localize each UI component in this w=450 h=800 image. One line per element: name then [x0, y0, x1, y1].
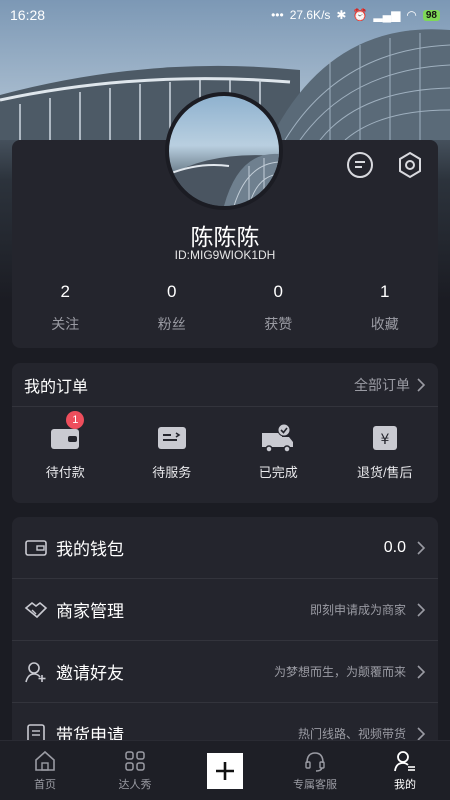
tab-label: 专属客服 [293, 779, 337, 791]
stat-favorites[interactable]: 1 收藏 [332, 282, 439, 334]
tab-customer-service[interactable]: 专属客服 [270, 741, 360, 800]
stat-value: 0 [273, 282, 283, 301]
wallet-icon: 1 [48, 411, 85, 453]
battery-indicator: 98 [422, 9, 440, 21]
order-item-label: 待付款 [45, 465, 85, 480]
delivery-truck-icon [261, 423, 295, 453]
tab-label: 首页 [34, 779, 56, 791]
tab-create[interactable] [180, 741, 270, 800]
status-dots: ••• [271, 8, 284, 22]
all-orders-label: 全部订单 [354, 376, 410, 393]
order-refund[interactable]: ¥ 退货/售后 [332, 423, 439, 481]
username: 陈陈陈 [190, 224, 260, 250]
order-item-label: 已完成 [258, 465, 298, 480]
signal-icon: ▂▄▆ [373, 8, 401, 22]
status-time: 16:28 [10, 7, 46, 23]
tab-talent-show[interactable]: 达人秀 [90, 741, 180, 800]
service-box-icon [155, 423, 189, 453]
order-pending-service[interactable]: 待服务 [119, 423, 226, 481]
chevron-right-icon [417, 726, 426, 741]
chat-bubble-icon [347, 152, 373, 178]
stat-value: 1 [380, 282, 390, 301]
gear-icon [399, 151, 421, 179]
refund-icon: ¥ [368, 423, 402, 453]
all-orders-link[interactable]: 全部订单 [354, 375, 426, 395]
stat-fans[interactable]: 0 粉丝 [119, 282, 226, 334]
headset-icon [303, 749, 327, 773]
order-item-label: 退货/售后 [356, 465, 413, 480]
stat-label: 获赞 [264, 316, 293, 332]
order-pending-payment[interactable]: 1 待付款 [12, 411, 119, 481]
tab-home[interactable]: 首页 [0, 741, 90, 800]
add-user-icon [24, 660, 48, 684]
row-label: 我的钱包 [56, 540, 124, 559]
message-button[interactable] [345, 150, 375, 180]
home-icon [33, 749, 57, 773]
profile-stats: 2 关注 0 粉丝 0 获赞 1 收藏 [12, 282, 438, 334]
stat-value: 2 [60, 282, 70, 301]
chevron-right-icon [417, 377, 426, 392]
stat-label: 收藏 [370, 316, 399, 332]
svg-text:¥: ¥ [380, 432, 389, 448]
invite-friends-row[interactable]: 邀请好友 为梦想而生，为颠覆而来 [12, 641, 438, 703]
stat-label: 关注 [51, 316, 80, 332]
wallet-balance: 0.0 [383, 538, 406, 556]
alarm-icon: ⏰ [352, 8, 368, 22]
grid-icon [123, 749, 147, 773]
row-label: 商家管理 [56, 602, 124, 621]
tab-mine[interactable]: 我的 [360, 741, 450, 800]
order-completed[interactable]: 已完成 [225, 423, 332, 481]
merchant-row[interactable]: 商家管理 即刻申请成为商家 [12, 579, 438, 641]
wallet-card-icon [24, 536, 48, 560]
row-hint: 即刻申请成为商家 [309, 603, 406, 617]
status-bar: 16:28 ••• 27.6K/s ✱ ⏰ ▂▄▆ ◠ 98 [0, 0, 450, 30]
stat-label: 粉丝 [157, 316, 186, 332]
orders-card: 我的订单 全部订单 1 待付款 待服务 已完成 ¥ 退货/售后 [12, 363, 438, 503]
orders-header: 我的订单 全部订单 [12, 363, 438, 407]
chevron-right-icon [417, 664, 426, 679]
tab-label: 达人秀 [118, 779, 152, 791]
orders-title: 我的订单 [24, 378, 89, 396]
avatar[interactable] [165, 92, 283, 210]
order-status-list: 1 待付款 待服务 已完成 ¥ 退货/售后 [12, 407, 438, 481]
profile-icon [393, 749, 417, 773]
menu-list: 我的钱包 0.0 商家管理 即刻申请成为商家 邀请好友 为梦想而生，为颠覆而来 … [12, 517, 438, 757]
handshake-icon [24, 598, 48, 622]
plus-icon [207, 752, 243, 789]
chevron-right-icon [417, 540, 426, 555]
pending-badge: 1 [66, 411, 85, 429]
tab-label: 我的 [394, 779, 416, 791]
stat-likes[interactable]: 0 获赞 [225, 282, 332, 334]
user-id: ID:MIG9WIOK1DH [174, 248, 276, 262]
bluetooth-icon: ✱ [336, 8, 347, 22]
stat-following[interactable]: 2 关注 [12, 282, 119, 334]
stat-value: 0 [167, 282, 177, 301]
wallet-row[interactable]: 我的钱包 0.0 [12, 517, 438, 579]
row-hint: 为梦想而生，为颠覆而来 [273, 665, 406, 679]
bottom-tab-bar: 首页 达人秀 专属客服 我的 [0, 740, 450, 800]
order-item-label: 待服务 [152, 465, 192, 480]
network-speed: 27.6K/s [289, 8, 331, 22]
row-label: 邀请好友 [56, 664, 124, 683]
chevron-right-icon [417, 602, 426, 617]
wifi-icon: ◠ [406, 8, 417, 22]
settings-button[interactable] [395, 150, 425, 180]
